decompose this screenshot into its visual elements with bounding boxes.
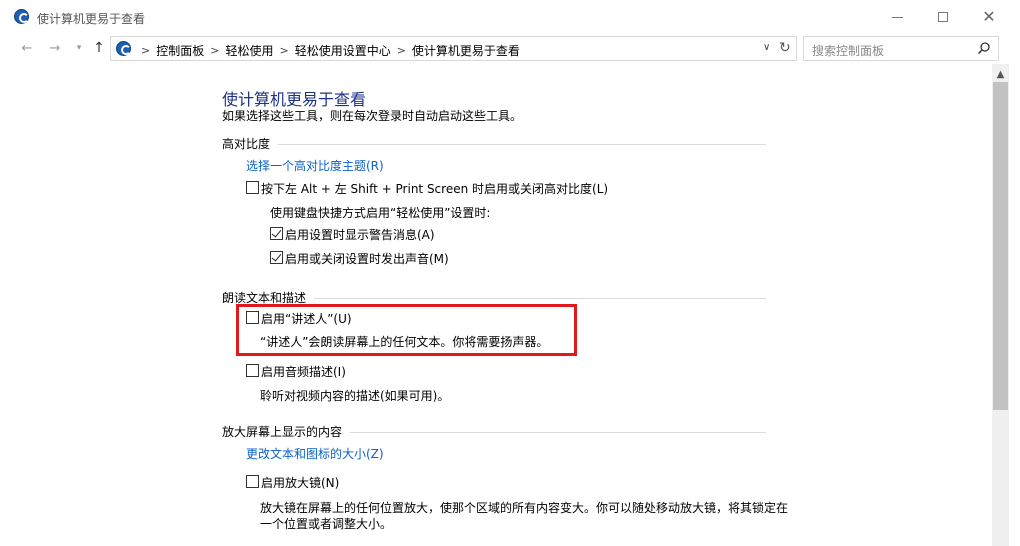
address-dropdown-icon[interactable]: ∨ [763,42,770,53]
change-text-size-link[interactable]: 更改文本和图标的大小(Z) [246,445,384,462]
section-heading-text: 高对比度 [222,137,271,151]
navigation-bar: ← → ▾ ↑ > 控制面板 > 轻松使用 > 轻松使用设置中心 > 使计算机更… [0,34,1020,62]
close-icon: ✕ [982,7,996,26]
breadcrumb-separator: > [141,44,151,57]
audio-description-note: 聆听对视频内容的描述(如果可用)。 [260,389,450,403]
breadcrumb-separator: > [210,44,220,57]
high-contrast-shortcut-checkbox[interactable] [246,181,259,194]
breadcrumb-separator: > [396,44,406,57]
breadcrumb-item-control-panel[interactable]: 控制面板 [156,42,204,59]
magnifier-checkbox[interactable] [246,475,259,488]
section-heading-magnify: 放大屏幕上显示的内容 [222,423,766,440]
maximize-icon [938,12,948,22]
control-panel-icon [14,9,29,24]
up-button[interactable]: ↑ [90,39,108,57]
breadcrumb-separator: > [279,44,289,57]
close-button[interactable]: ✕ [966,4,1012,30]
scroll-up-arrow-icon[interactable]: ▲ [992,66,1009,82]
sound-checkbox[interactable] [270,251,283,264]
search-icon[interactable] [977,41,991,55]
breadcrumb-item-ease-of-access[interactable]: 轻松使用 [225,42,273,59]
back-button[interactable]: ← [18,39,36,57]
warning-message-label[interactable]: 启用设置时显示警告消息(A) [285,226,435,243]
narrator-label[interactable]: 启用“讲述人”(U) [261,310,352,327]
refresh-icon[interactable]: ↻ [779,40,791,56]
section-heading-high-contrast: 高对比度 [222,135,766,152]
magnifier-description-line-2: 一个位置或者调整大小。 [260,517,393,531]
magnifier-description-line-1: 放大镜在屏幕上的任何位置放大，使那个区域的所有内容变大。你可以随处移动放大镜，将… [260,501,789,515]
search-input[interactable]: 搜索控制面板 [803,36,999,61]
minimize-icon [891,16,903,18]
warning-message-checkbox[interactable] [270,227,283,240]
choose-high-contrast-theme-link[interactable]: 选择一个高对比度主题(R) [246,157,384,174]
scrollbar-thumb[interactable] [993,82,1008,410]
shortcut-note: 使用键盘快捷方式启用“轻松使用”设置时: [270,206,491,220]
address-bar[interactable]: > 控制面板 > 轻松使用 > 轻松使用设置中心 > 使计算机更易于查看 ∨ ↻ [110,36,797,61]
title-bar: 使计算机更易于查看 ✕ [0,0,1020,34]
breadcrumb-item-current-page[interactable]: 使计算机更易于查看 [412,42,520,59]
section-heading-text: 放大屏幕上显示的内容 [222,425,343,439]
section-divider [350,432,766,433]
minimize-button[interactable] [874,4,920,30]
high-contrast-shortcut-label[interactable]: 按下左 Alt + 左 Shift + Print Screen 时启用或关闭高… [261,180,608,197]
section-divider [314,298,766,299]
breadcrumb: > 控制面板 > 轻松使用 > 轻松使用设置中心 > 使计算机更易于查看 [135,42,520,59]
narrator-checkbox[interactable] [246,311,259,324]
search-placeholder: 搜索控制面板 [812,44,885,58]
maximize-button[interactable] [920,4,966,30]
breadcrumb-item-ease-of-access-center[interactable]: 轻松使用设置中心 [295,42,391,59]
page-subtitle: 如果选择这些工具，则在每次登录时自动启动这些工具。 [222,109,523,123]
sound-label[interactable]: 启用或关闭设置时发出声音(M) [285,250,449,267]
vertical-scrollbar[interactable]: ▲ [992,64,1009,546]
main-content: 使计算机更易于查看 如果选择这些工具，则在每次登录时自动启动这些工具。 高对比度… [0,64,990,546]
magnifier-label[interactable]: 启用放大镜(N) [261,474,339,491]
audio-description-label[interactable]: 启用音频描述(I) [261,363,346,380]
window-title: 使计算机更易于查看 [37,12,146,26]
narrator-description: “讲述人”会朗读屏幕上的任何文本。你将需要扬声器。 [260,335,549,349]
recent-locations-button[interactable]: ▾ [70,39,88,57]
forward-button[interactable]: → [46,39,64,57]
section-divider [278,144,766,145]
control-panel-icon [116,41,131,56]
audio-description-checkbox[interactable] [246,364,259,377]
